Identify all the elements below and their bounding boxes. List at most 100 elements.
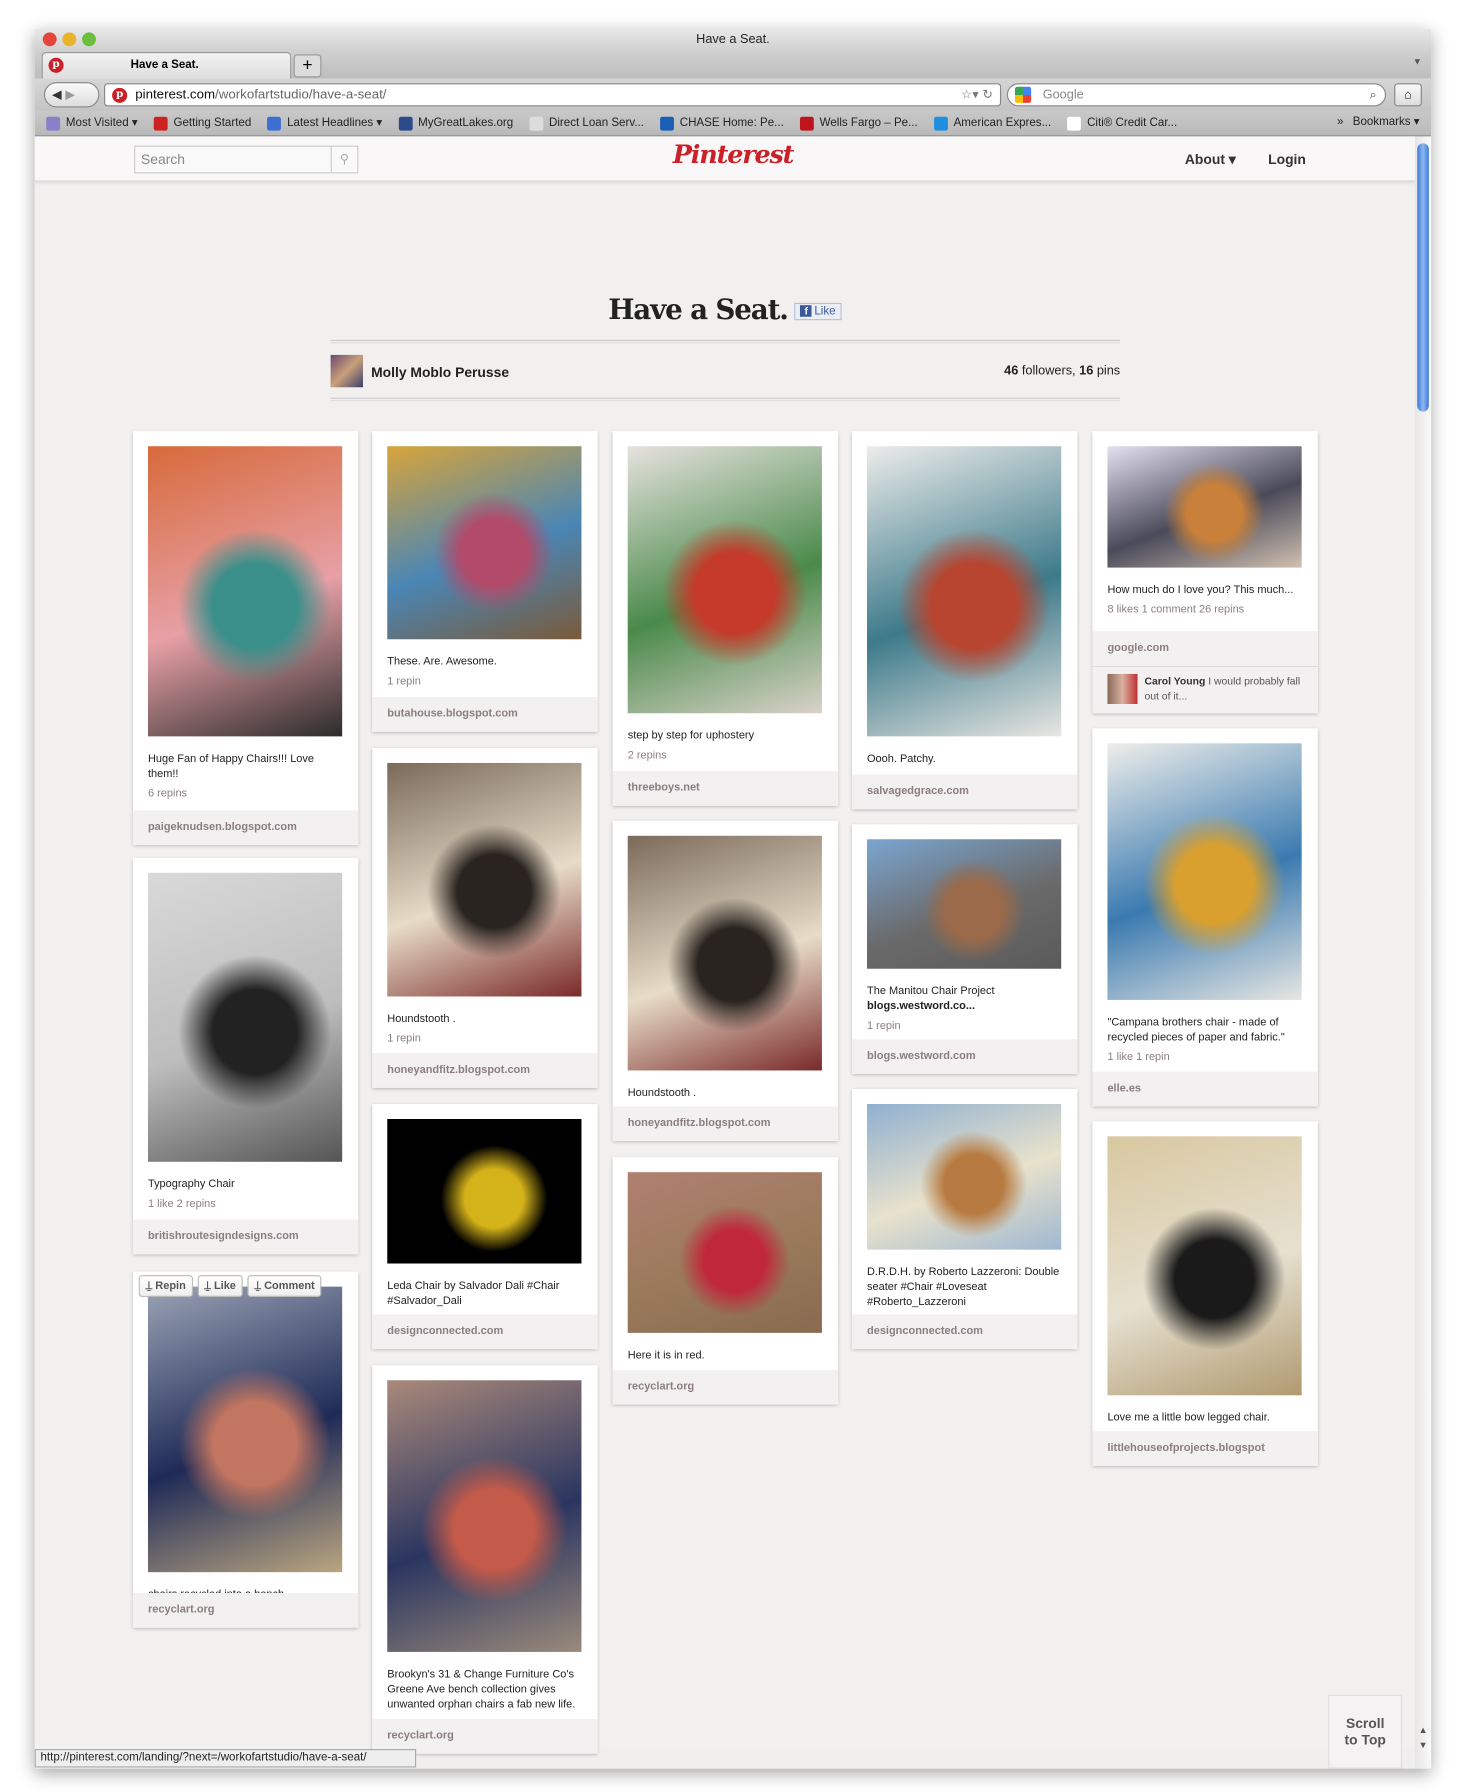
pin-image[interactable] <box>387 762 582 997</box>
tab-have-a-seat[interactable]: p Have a Seat. <box>41 52 292 79</box>
bookmark-item[interactable]: American Expres... <box>933 116 1051 131</box>
bookmark-item[interactable]: Direct Loan Serv... <box>529 116 644 131</box>
like-button[interactable]: ⍊ Like <box>197 1275 243 1298</box>
pin-image[interactable] <box>147 1286 343 1573</box>
pin-source-link[interactable]: blogs.westword.com <box>851 1039 1078 1074</box>
pin-image[interactable] <box>627 446 822 714</box>
forward-icon[interactable]: ▶ <box>65 88 75 102</box>
bookmarks-menu-button[interactable]: Bookmarks ▾ <box>1353 116 1420 129</box>
pin-card[interactable]: Huge Fan of Happy Chairs!!! Love them!! 6… <box>132 431 359 846</box>
pin-source-link[interactable]: britishroutesigndesigns.com <box>132 1219 359 1255</box>
pin-image[interactable] <box>627 1172 822 1333</box>
pin-source-link[interactable]: google.com <box>1092 631 1318 666</box>
pin-source-link[interactable]: designconnected.com <box>851 1314 1078 1350</box>
pin-source-link[interactable]: elle.es <box>1092 1071 1318 1107</box>
reload-icon[interactable]: ↻ <box>982 88 993 102</box>
login-link[interactable]: Login <box>1268 151 1306 167</box>
pin-source-link[interactable]: recyclart.org <box>132 1592 359 1628</box>
minimize-button[interactable] <box>62 32 77 47</box>
pin-card[interactable]: chairs recycled into a bench.recyclart.o… <box>132 1271 359 1628</box>
avatar[interactable] <box>330 354 363 388</box>
pin-card[interactable]: How much do I love you? This much... 8 li… <box>1092 431 1318 714</box>
pin-image[interactable] <box>867 839 1062 969</box>
search-engine-field[interactable]: Google ⌕ <box>1006 83 1387 107</box>
pin-source-link[interactable]: honeyandfitz.blogspot.com <box>612 1106 839 1141</box>
pin-source-link[interactable]: littlehouseofprojects.blogspot <box>1092 1431 1318 1466</box>
pin-source-link[interactable]: designconnected.com <box>372 1314 598 1350</box>
address-bar[interactable]: p pinterest.com/workofartstudio/have-a-se… <box>104 83 1002 107</box>
scroll-arrows[interactable]: ▲ ▼ <box>1415 1722 1431 1752</box>
search-input[interactable]: Search ⚲ <box>134 145 359 174</box>
pin-source-link[interactable]: salvagedgrace.com <box>851 774 1078 810</box>
pin-stats: 1 repin <box>387 1032 421 1046</box>
bookmark-favicon-icon <box>46 116 61 131</box>
pin-image[interactable] <box>867 446 1062 737</box>
scroll-to-top-button[interactable]: Scroll to Top <box>1328 1694 1403 1769</box>
bookmarks-overflow-button[interactable]: » <box>1337 116 1343 129</box>
pin-image[interactable] <box>147 446 343 737</box>
pin-source-link[interactable]: recyclart.org <box>612 1369 839 1405</box>
bookmark-item[interactable]: Wells Fargo – Pe... <box>799 116 918 131</box>
bookmark-item[interactable]: Latest Headlines ▾ <box>267 116 382 131</box>
comment-button[interactable]: ⍊ Comment <box>247 1275 322 1298</box>
bookmark-label: CHASE Home: Pe... <box>679 116 784 130</box>
pin-source-link[interactable]: honeyandfitz.blogspot.com <box>372 1053 598 1088</box>
back-icon[interactable]: ◀ <box>52 88 62 102</box>
pin-image[interactable] <box>387 1380 582 1652</box>
pin-image[interactable] <box>1107 743 1302 1000</box>
pin-card[interactable]: Typography Chair 1 like 2 repins britishro… <box>132 857 359 1255</box>
vertical-scrollbar[interactable]: ▲ ▼ <box>1414 136 1432 1769</box>
repin-button[interactable]: ⍊ Repin <box>138 1275 193 1298</box>
pin-card[interactable]: Houndstooth . honeyandfitz.blogspot.com <box>612 820 839 1141</box>
pin-card[interactable]: Houndstooth . 1 repin honeyandfitz.blogspo… <box>372 747 598 1088</box>
pin-image[interactable] <box>1107 446 1302 568</box>
pin-card[interactable]: Leda Chair by Salvador Dali #Chair #Salv… <box>372 1103 598 1350</box>
pin-card[interactable]: These. Are. Awesome. 1 repin butahouse.blo… <box>372 431 598 732</box>
search-icon[interactable]: ⚲ <box>330 146 358 173</box>
pin-image[interactable] <box>1107 1136 1302 1396</box>
zoom-button[interactable] <box>82 32 96 47</box>
pin-card[interactable]: D.R.D.H. by Roberto Lazzeroni: Double se… <box>851 1088 1078 1350</box>
new-tab-button[interactable]: + <box>293 54 322 78</box>
pin-source-link[interactable]: threeboys.net <box>612 771 839 806</box>
pin-image[interactable] <box>867 1103 1062 1250</box>
commenter-name[interactable]: Carol Young <box>1144 675 1205 687</box>
facebook-like-button[interactable]: f Like <box>794 302 842 321</box>
bookmark-star-icon[interactable]: ☆▾ <box>961 88 979 102</box>
pinterest-logo[interactable]: Pinterest <box>673 140 795 170</box>
owner-name[interactable]: Molly Moblo Perusse <box>371 364 509 380</box>
pin-card[interactable]: "Campana brothers chair - made of recycl… <box>1092 728 1318 1107</box>
pin-caption: The Manitou Chair Project blogs.westword… <box>867 984 995 1013</box>
about-menu[interactable]: About ▾ <box>1185 151 1236 167</box>
pin-card[interactable]: step by step for uphostery 2 repins threeb… <box>612 431 839 806</box>
pin-image[interactable] <box>147 872 343 1162</box>
scrollbar-thumb[interactable] <box>1417 143 1429 412</box>
tab-list-icon[interactable]: ▼ <box>1413 57 1422 67</box>
bookmark-item[interactable]: CHASE Home: Pe... <box>660 116 784 131</box>
bookmark-item[interactable]: MyGreatLakes.org <box>398 116 513 131</box>
close-button[interactable] <box>42 32 57 47</box>
home-button[interactable]: ⌂ <box>1394 83 1422 107</box>
back-forward-buttons[interactable]: ◀ ▶ <box>43 82 100 108</box>
pin-source-link[interactable]: paigeknudsen.blogspot.com <box>132 810 359 846</box>
pin-image[interactable] <box>387 446 582 640</box>
pin-image[interactable] <box>387 1119 582 1264</box>
pin-stats: 1 like 2 repins <box>147 1197 216 1211</box>
pin-card[interactable]: The Manitou Chair Project blogs.westword… <box>851 824 1078 1074</box>
bookmark-item[interactable]: Getting Started <box>153 116 251 131</box>
followers-label: followers, <box>1018 364 1080 379</box>
commenter-avatar[interactable] <box>1107 673 1138 705</box>
pin-card[interactable]: Brookyn's 31 & Change Furniture Co's Gre… <box>372 1365 598 1754</box>
pin-image[interactable] <box>627 835 822 1071</box>
bookmark-item[interactable]: Most Visited ▾ <box>46 116 138 131</box>
pin-card[interactable]: Love me a little bow legged chair. little… <box>1092 1121 1318 1466</box>
pin-card[interactable]: Oooh. Patchy. salvagedgrace.com <box>851 431 1078 810</box>
search-icon[interactable]: ⌕ <box>1370 84 1377 105</box>
bookmark-label: Citi® Credit Car... <box>1087 116 1178 130</box>
followers-count: 46 <box>1004 364 1019 379</box>
board-owner: Molly Moblo Perusse 46 followers, 16 pin… <box>330 354 1121 388</box>
pin-source-link[interactable]: butahouse.blogspot.com <box>372 697 598 732</box>
bookmark-item[interactable]: Citi® Credit Car... <box>1067 116 1178 131</box>
bookmark-favicon-icon <box>529 116 544 131</box>
pin-card[interactable]: Here it is in red. recyclart.org <box>612 1157 839 1405</box>
